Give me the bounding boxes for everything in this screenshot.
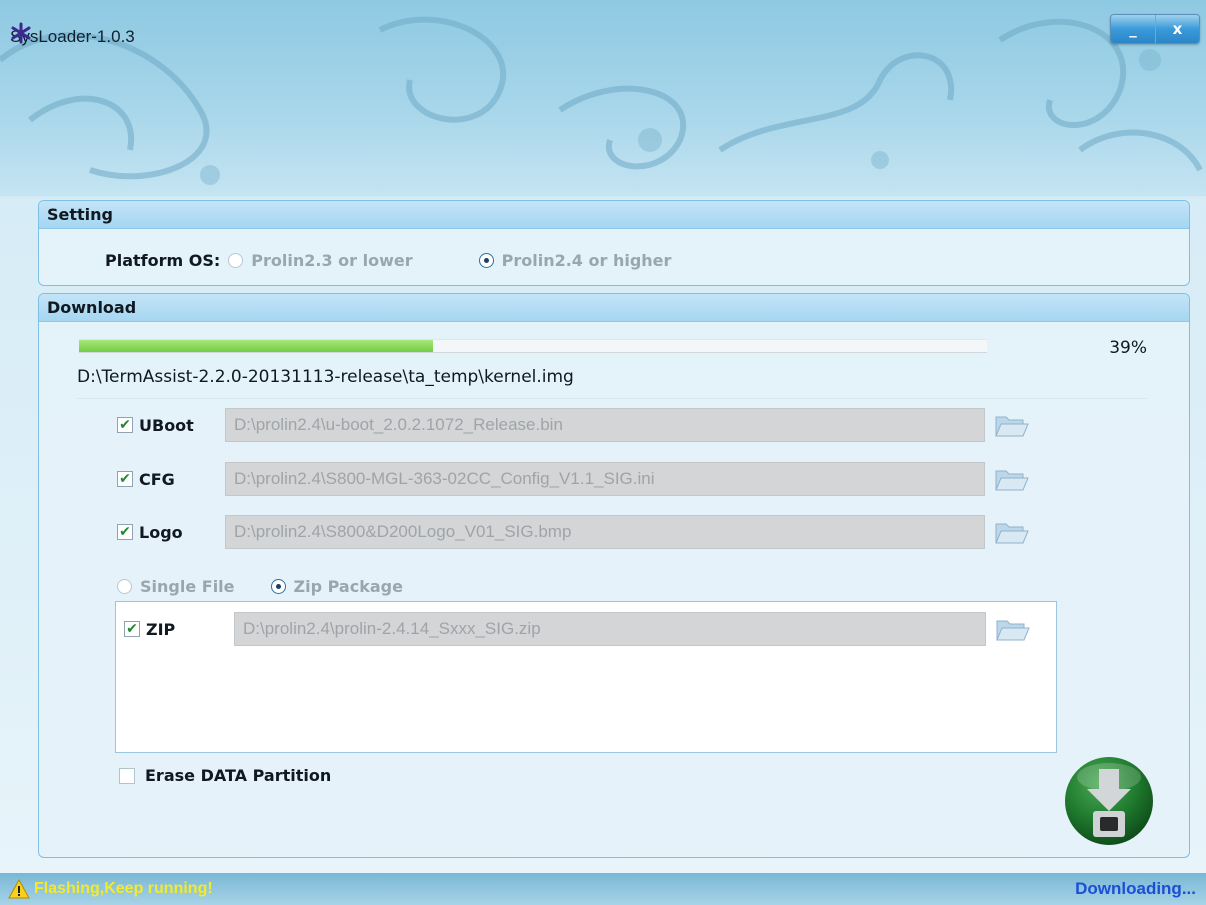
app-window: SysLoader-1.0.3 _ x Setting Platform OS:… [0, 0, 1206, 905]
file-row-cfg: ✔ CFG D:\prolin2.4\S800-MGL-363-02CC_Con… [117, 462, 1029, 496]
download-to-device-icon[interactable] [1063, 755, 1155, 847]
radio-prolin24[interactable]: Prolin2.4 or higher [478, 251, 672, 270]
warning-icon [8, 879, 30, 899]
file-row-uboot: ✔ UBoot D:\prolin2.4\u-boot_2.0.2.1072_R… [117, 408, 1029, 442]
radio-zip-package-dot[interactable] [270, 579, 286, 594]
folder-open-icon[interactable] [993, 410, 1029, 440]
close-button[interactable]: x [1155, 15, 1199, 43]
package-mode-row: Single File Zip Package [117, 577, 403, 596]
cfg-label: CFG [139, 469, 175, 489]
cfg-path-field[interactable]: D:\prolin2.4\S800-MGL-363-02CC_Config_V1… [225, 462, 985, 496]
uboot-checkbox[interactable]: ✔ [117, 417, 133, 433]
logo-path-field[interactable]: D:\prolin2.4\S800&D200Logo_V01_SIG.bmp [225, 515, 985, 549]
logo-checkbox[interactable]: ✔ [117, 524, 133, 540]
radio-zip-package-label: Zip Package [293, 577, 403, 596]
progress-fill [79, 340, 434, 352]
decorative-swirls [0, 16, 1203, 185]
platform-os-row: Platform OS: Prolin2.3 or lower Prolin2.… [105, 251, 671, 270]
logo-label: Logo [139, 522, 183, 542]
zip-package-box: ✔ ZIP D:\prolin2.4\prolin-2.4.14_Sxxx_SI… [115, 601, 1057, 753]
erase-data-checkbox[interactable]: ✔ [119, 767, 135, 784]
radio-single-file-dot[interactable] [117, 579, 132, 594]
status-warning-text: Flashing,Keep running! [34, 880, 213, 897]
radio-single-file-label: Single File [140, 577, 235, 596]
download-header: Download [39, 294, 1189, 322]
uboot-path-field[interactable]: D:\prolin2.4\u-boot_2.0.2.1072_Release.b… [225, 408, 985, 442]
progress-bar [79, 339, 987, 353]
status-downloading: Downloading... [1075, 879, 1196, 898]
window-controls: _ x [1110, 14, 1200, 44]
status-bar: Flashing,Keep running! Downloading... [0, 873, 1206, 905]
platform-os-label: Platform OS: [105, 251, 221, 270]
file-row-logo: ✔ Logo D:\prolin2.4\S800&D200Logo_V01_SI… [117, 515, 1029, 549]
radio-prolin23-dot[interactable] [228, 253, 244, 268]
radio-zip-package[interactable]: Zip Package [270, 577, 403, 596]
uboot-label: UBoot [139, 415, 194, 435]
minimize-button[interactable]: _ [1111, 15, 1155, 43]
zip-path-field[interactable]: D:\prolin2.4\prolin-2.4.14_Sxxx_SIG.zip [234, 612, 986, 646]
folder-open-icon[interactable] [994, 614, 1030, 644]
setting-header: Setting [39, 201, 1189, 229]
current-file-path: D:\TermAssist-2.2.0-20131113-release\ta_… [77, 367, 574, 387]
folder-open-icon[interactable] [993, 517, 1029, 547]
erase-data-row: ✔ Erase DATA Partition [119, 766, 331, 785]
progress-percent: 39% [1109, 338, 1147, 358]
download-panel: Download 39% D:\TermAssist-2.2.0-2013111… [38, 293, 1190, 858]
header-banner: SysLoader-1.0.3 _ x [0, 0, 1206, 196]
radio-prolin23[interactable]: Prolin2.3 or lower [228, 251, 413, 270]
status-warning: Flashing,Keep running! [8, 879, 213, 899]
setting-panel: Setting Platform OS: Prolin2.3 or lower … [38, 200, 1190, 286]
zip-label: ZIP [146, 619, 176, 639]
title-bar: SysLoader-1.0.3 [10, 22, 135, 52]
cfg-checkbox[interactable]: ✔ [117, 471, 133, 487]
file-row-zip: ✔ ZIP D:\prolin2.4\prolin-2.4.14_Sxxx_SI… [124, 612, 1030, 646]
radio-prolin23-label: Prolin2.3 or lower [251, 251, 413, 270]
radio-prolin24-dot[interactable] [478, 253, 494, 268]
erase-data-label: Erase DATA Partition [145, 766, 332, 785]
zip-checkbox[interactable]: ✔ [124, 621, 140, 637]
folder-open-icon[interactable] [993, 464, 1029, 494]
divider [77, 398, 1147, 399]
radio-prolin24-label: Prolin2.4 or higher [501, 251, 672, 270]
radio-single-file[interactable]: Single File [117, 577, 235, 596]
asterisk-app-icon [11, 22, 31, 44]
